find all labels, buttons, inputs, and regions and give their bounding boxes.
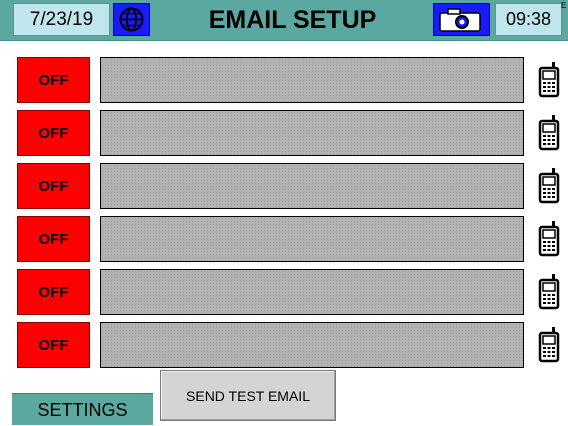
- camera-button[interactable]: [433, 3, 490, 36]
- phone-icon[interactable]: [538, 221, 560, 257]
- email-row: OFF: [0, 163, 568, 209]
- email-row: OFF: [0, 110, 568, 156]
- send-test-email-button[interactable]: SEND TEST EMAIL: [160, 370, 336, 421]
- camera-icon: [439, 8, 481, 32]
- toggle-off-button[interactable]: OFF: [17, 163, 90, 209]
- phone-icon[interactable]: [538, 327, 560, 363]
- email-row: OFF: [0, 269, 568, 315]
- header-bar: 7/23/19 EMAIL SETUP 09:38 E: [0, 0, 568, 41]
- globe-icon: [119, 7, 144, 32]
- email-row: OFF: [0, 57, 568, 103]
- time-display: 09:38: [495, 3, 562, 36]
- settings-tab[interactable]: SETTINGS: [12, 393, 153, 425]
- email-address-field[interactable]: [100, 163, 524, 209]
- email-row: OFF: [0, 216, 568, 262]
- phone-icon[interactable]: [538, 168, 560, 204]
- toggle-off-button[interactable]: OFF: [17, 57, 90, 103]
- corner-mark: E: [561, 1, 567, 10]
- email-address-field[interactable]: [100, 57, 524, 103]
- email-address-field[interactable]: [100, 269, 524, 315]
- phone-icon[interactable]: [538, 115, 560, 151]
- date-display: 7/23/19: [13, 3, 110, 36]
- email-address-field[interactable]: [100, 322, 524, 368]
- globe-button[interactable]: [113, 3, 150, 36]
- email-row: OFF: [0, 322, 568, 368]
- toggle-off-button[interactable]: OFF: [17, 216, 90, 262]
- toggle-off-button[interactable]: OFF: [17, 322, 90, 368]
- toggle-off-button[interactable]: OFF: [17, 269, 90, 315]
- page-title: EMAIL SETUP: [208, 6, 377, 34]
- toggle-off-button[interactable]: OFF: [17, 110, 90, 156]
- email-address-field[interactable]: [100, 216, 524, 262]
- phone-icon[interactable]: [538, 62, 560, 98]
- phone-icon[interactable]: [538, 274, 560, 310]
- email-address-field[interactable]: [100, 110, 524, 156]
